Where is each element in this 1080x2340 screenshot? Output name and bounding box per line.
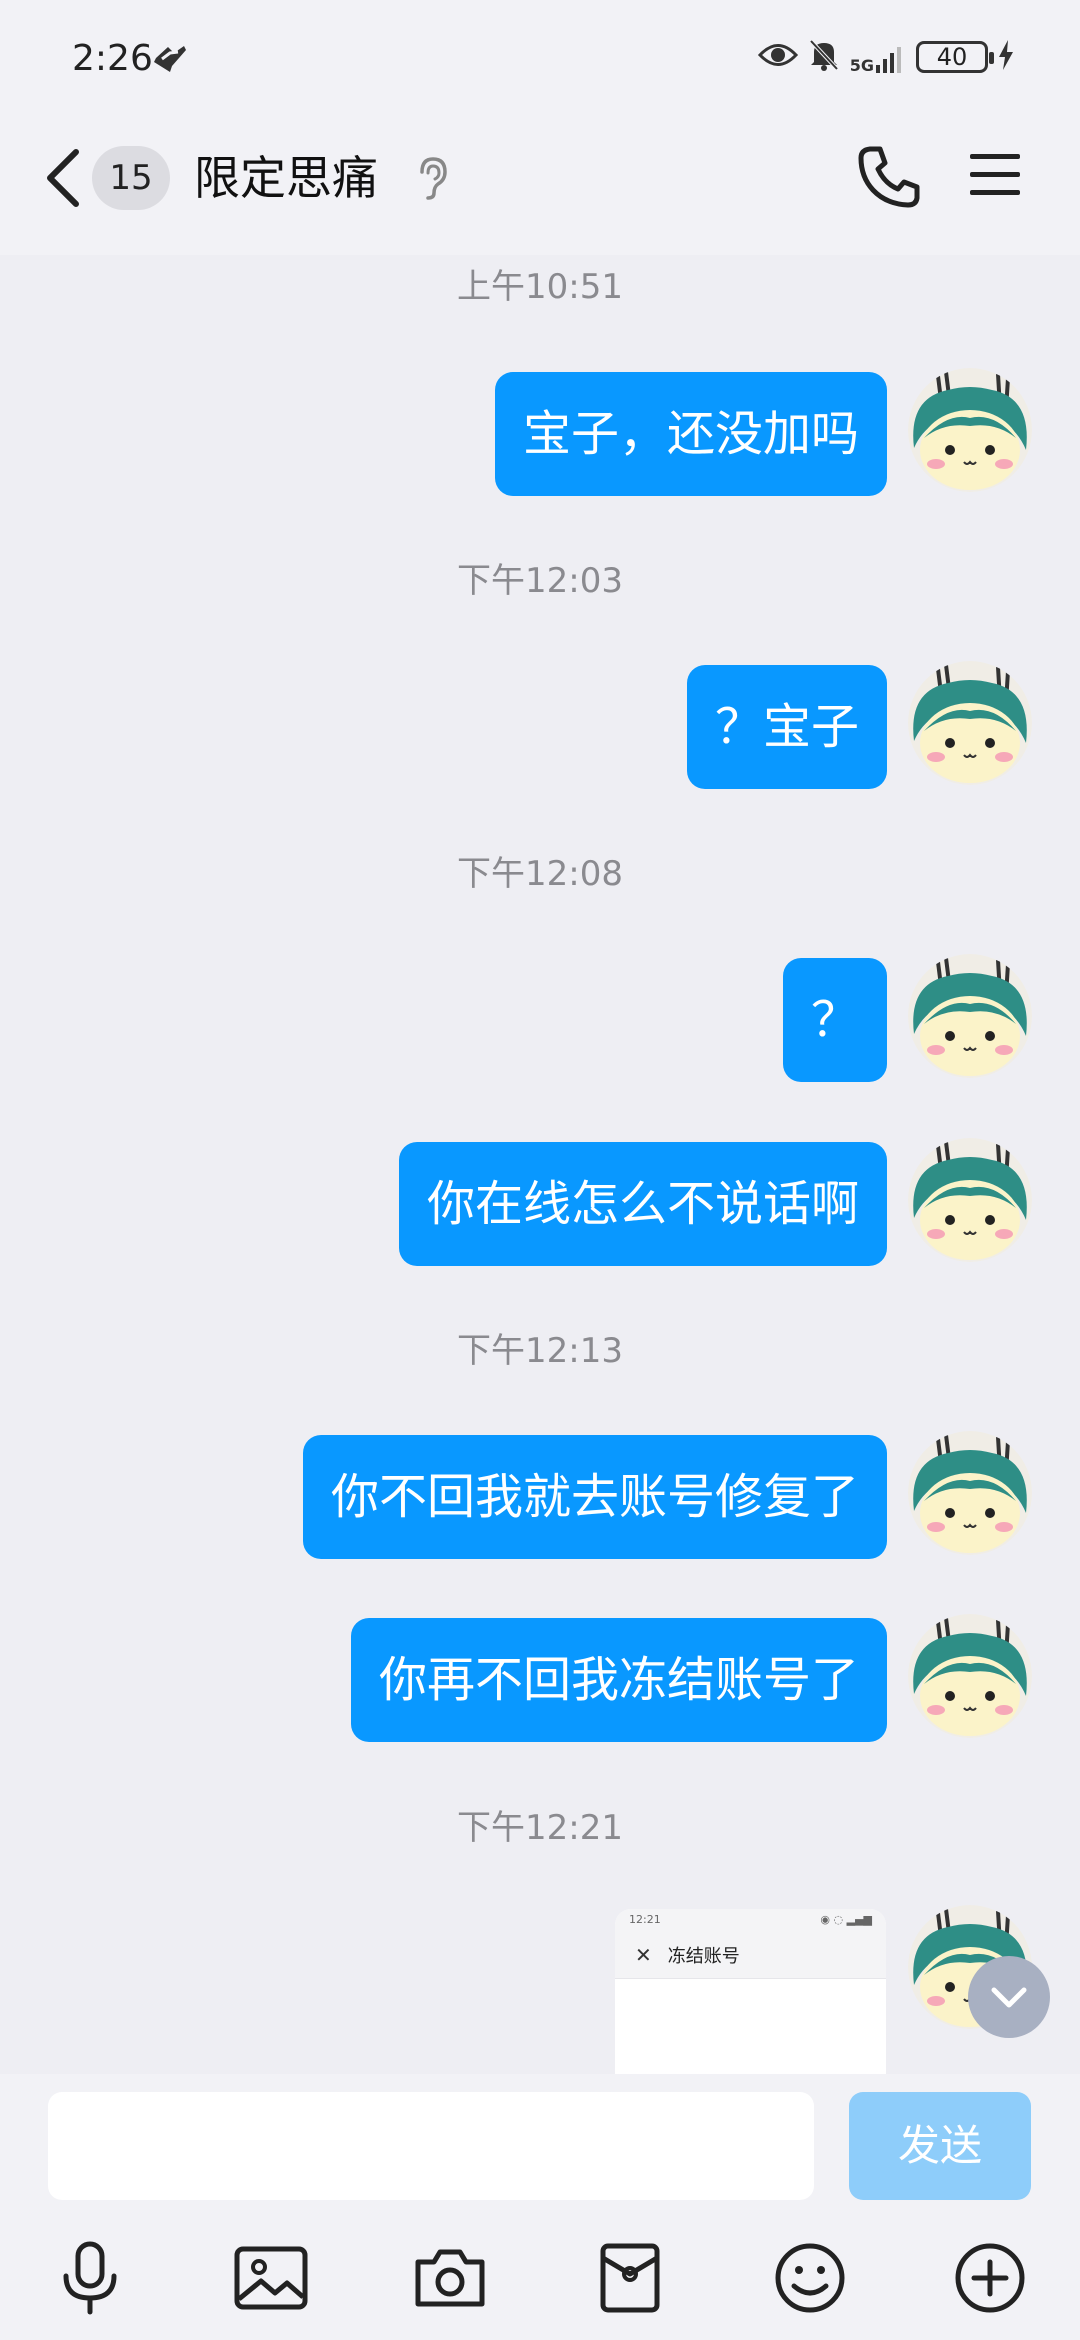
microphone-icon <box>63 2241 117 2315</box>
status-bar: 2:26 5G 40 <box>0 0 1080 120</box>
unread-badge[interactable]: 15 <box>92 146 170 210</box>
heart-icon <box>150 44 190 78</box>
chat-title[interactable]: 限定思痛 <box>194 148 378 208</box>
cartoon-avatar-icon <box>908 368 1032 492</box>
user-avatar[interactable] <box>908 368 1032 492</box>
emoji-button[interactable] <box>770 2238 850 2318</box>
screenshot-header: ✕ 冻结账号 <box>615 1931 886 1979</box>
user-avatar[interactable] <box>908 954 1032 1078</box>
phone-call-button[interactable] <box>856 144 922 214</box>
status-time: 2:26 <box>72 38 153 79</box>
user-avatar[interactable] <box>908 1138 1032 1262</box>
signal-icon: 5G <box>849 41 906 75</box>
screenshot-time: 12:21 <box>629 1913 661 1926</box>
chevron-down-icon <box>991 1987 1027 2008</box>
message-input[interactable] <box>48 2092 814 2200</box>
message-bubble[interactable]: ？ <box>782 958 887 1082</box>
emoji-icon <box>775 2243 845 2313</box>
message-timestamp: 上午10:51 <box>457 267 623 307</box>
scroll-to-bottom-button[interactable] <box>968 1956 1050 2038</box>
ear-icon[interactable] <box>414 156 450 204</box>
image-message[interactable]: 12:21 ◉ ◌ ▂▄▆ ✕ 冻结账号 <box>615 1909 886 2075</box>
close-icon: ✕ <box>635 1942 652 1967</box>
cartoon-avatar-icon <box>908 1614 1032 1738</box>
screenshot-status-bar: 12:21 ◉ ◌ ▂▄▆ <box>615 1909 886 1931</box>
message-timestamp: 下午12:21 <box>457 1808 623 1848</box>
cartoon-avatar-icon <box>908 1431 1032 1555</box>
message-bubble[interactable]: 宝子，还没加吗 <box>494 372 887 496</box>
cartoon-avatar-icon <box>908 954 1032 1078</box>
more-button[interactable] <box>950 2238 1030 2318</box>
cartoon-avatar-icon <box>908 661 1032 785</box>
red-packet-button[interactable] <box>590 2238 670 2318</box>
chevron-left-icon <box>47 149 79 207</box>
network-type: 5G <box>849 56 874 75</box>
message-bubble[interactable]: 你不回我就去账号修复了 <box>302 1435 887 1559</box>
image-icon <box>234 2246 308 2310</box>
user-avatar[interactable] <box>908 661 1032 785</box>
eye-icon <box>757 40 798 74</box>
message-timestamp: 下午12:08 <box>457 854 623 894</box>
red-packet-icon <box>600 2243 660 2313</box>
bell-off-icon <box>808 38 840 76</box>
message-timestamp: 下午12:13 <box>457 1331 623 1371</box>
back-button[interactable] <box>44 146 84 210</box>
message-bubble[interactable]: 你在线怎么不说话啊 <box>398 1142 887 1266</box>
voice-button[interactable] <box>50 2238 130 2318</box>
user-avatar[interactable] <box>908 1431 1032 1555</box>
plus-icon <box>955 2243 1025 2313</box>
hamburger-menu-icon <box>970 154 1020 195</box>
image-picker-button[interactable] <box>231 2238 311 2318</box>
charging-icon <box>998 40 1014 74</box>
send-button[interactable]: 发送 <box>849 2092 1031 2200</box>
status-icons: 5G 40 <box>757 38 1014 76</box>
menu-button[interactable] <box>968 152 1022 202</box>
camera-icon <box>415 2249 485 2307</box>
message-list[interactable]: 上午10:51 宝子，还没加吗 下午12:03 ？宝子 下午12:08 ？ 你在… <box>0 255 1080 2075</box>
battery-indicator: 40 <box>916 41 994 73</box>
message-bubble[interactable]: 你再不回我冻结账号了 <box>350 1618 887 1742</box>
screenshot-title: 冻结账号 <box>667 1945 740 1967</box>
cartoon-avatar-icon <box>908 1138 1032 1262</box>
screenshot-status-icons: ◉ ◌ ▂▄▆ <box>820 1913 872 1926</box>
camera-button[interactable] <box>410 2238 490 2318</box>
phone-icon <box>858 146 920 208</box>
message-bubble[interactable]: ？宝子 <box>686 665 887 789</box>
user-avatar[interactable] <box>908 1614 1032 1738</box>
message-timestamp: 下午12:03 <box>457 561 623 601</box>
